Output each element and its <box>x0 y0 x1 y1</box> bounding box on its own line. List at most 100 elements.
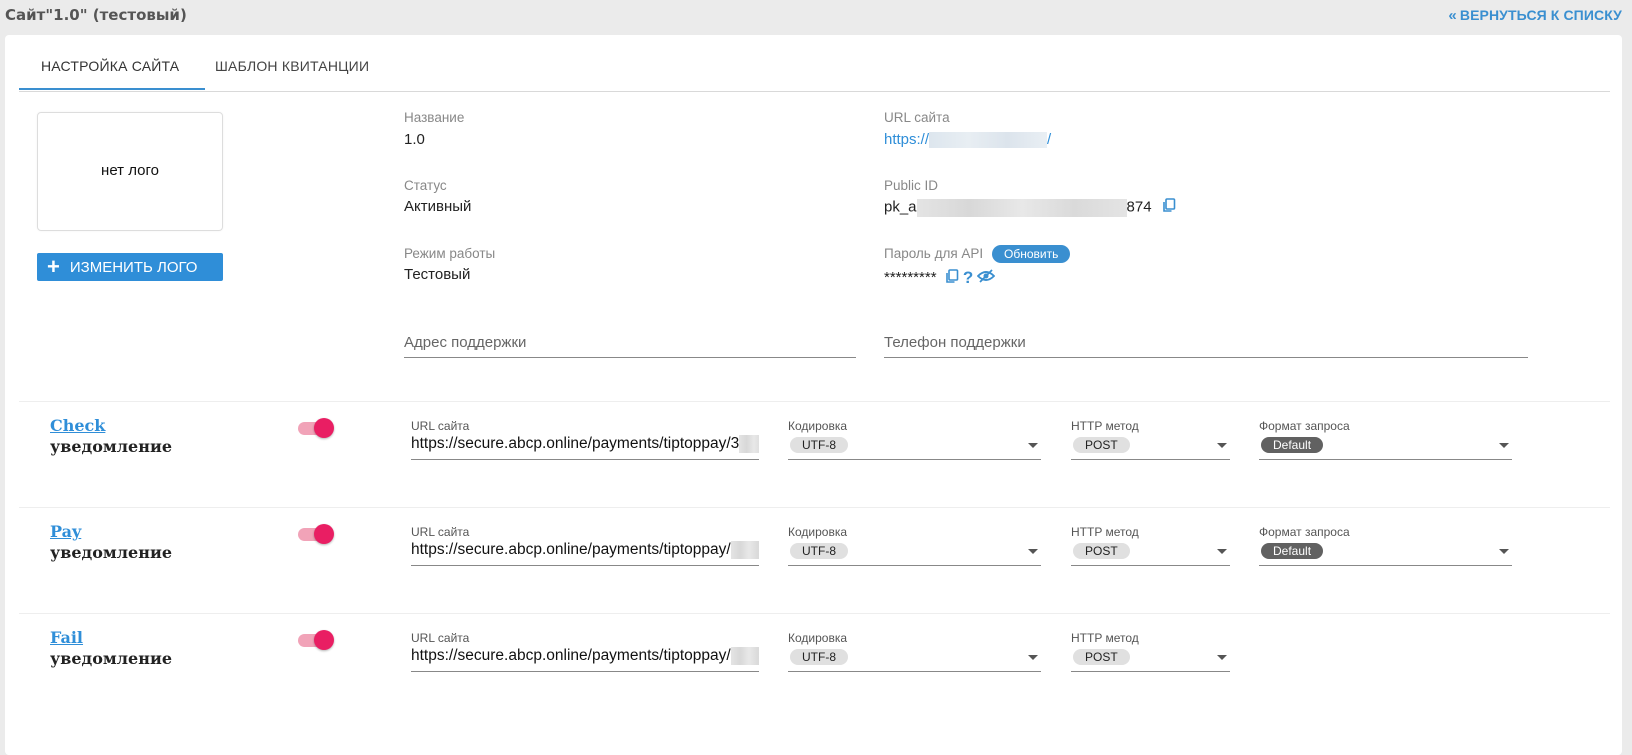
url-label: URL сайта <box>411 631 470 645</box>
public-id-prefix: pk_a <box>884 198 917 216</box>
method-chip: POST <box>1073 543 1130 559</box>
encoding-label: Кодировка <box>788 631 848 645</box>
refresh-api-password-button[interactable]: Обновить <box>992 245 1071 263</box>
http-method-label: HTTP метод <box>1071 525 1139 539</box>
redacted-url-tail <box>739 435 759 453</box>
encoding-label: Кодировка <box>788 525 848 539</box>
public-id-label: Public ID <box>884 178 939 193</box>
chevron-down-icon <box>1217 655 1227 660</box>
chevron-down-icon <box>1217 443 1227 448</box>
tab-bar: НАСТРОЙКА САЙТА ШАБЛОН КВИТАНЦИИ <box>19 35 1610 92</box>
fail-url-input[interactable]: https://secure.abcp.online/payments/tipt… <box>411 647 759 672</box>
fail-method-select[interactable]: POST <box>1071 647 1230 672</box>
pay-url-input[interactable]: https://secure.abcp.online/payments/tipt… <box>411 541 759 566</box>
notification-subtitle: уведомление <box>50 543 172 562</box>
support-phone-placeholder: Телефон поддержки <box>884 334 1026 351</box>
encoding-chip: UTF-8 <box>790 437 848 453</box>
logo-placeholder: нет лого <box>101 162 159 179</box>
api-password-row: ********* ? <box>884 268 996 288</box>
site-url-prefix: https:// <box>884 131 930 148</box>
redacted-url-tail <box>730 541 759 559</box>
check-url-input[interactable]: https://secure.abcp.online/payments/tipt… <box>411 435 759 460</box>
toggle-knob <box>314 524 334 544</box>
method-chip: POST <box>1073 649 1130 665</box>
top-bar: Сайт"1.0" (тестовый) «ВЕРНУТЬСЯ К СПИСКУ <box>0 0 1632 30</box>
mode-label: Режим работы <box>404 246 496 261</box>
notification-subtitle: уведомление <box>50 437 172 456</box>
row-divider <box>19 507 1610 508</box>
site-url-label: URL сайта <box>884 110 950 125</box>
tab-site-settings[interactable]: НАСТРОЙКА САЙТА <box>41 58 179 74</box>
encoding-chip: UTF-8 <box>790 543 848 559</box>
copy-icon[interactable] <box>945 268 959 288</box>
url-label: URL сайта <box>411 419 470 433</box>
chevron-down-icon <box>1028 443 1038 448</box>
redacted-public-id <box>916 198 1127 217</box>
encoding-label: Кодировка <box>788 419 848 433</box>
support-address-placeholder: Адрес поддержки <box>404 334 527 351</box>
name-value: 1.0 <box>404 131 425 148</box>
settings-card: НАСТРОЙКА САЙТА ШАБЛОН КВИТАНЦИИ нет лог… <box>5 35 1622 755</box>
pay-notification-toggle[interactable] <box>298 524 334 544</box>
toggle-knob <box>314 630 334 650</box>
pay-method-select[interactable]: POST <box>1071 541 1230 566</box>
change-logo-label: ИЗМЕНИТЬ ЛОГО <box>69 258 198 276</box>
double-chevron-left-icon: « <box>1448 7 1457 24</box>
pay-url-value: https://secure.abcp.online/payments/tipt… <box>411 541 731 559</box>
plus-icon: + <box>47 254 60 279</box>
back-to-list-link[interactable]: «ВЕРНУТЬСЯ К СПИСКУ <box>1448 7 1622 24</box>
check-format-select[interactable]: Default <box>1259 435 1512 460</box>
fail-notification-link[interactable]: Fail <box>50 628 83 647</box>
check-notification-toggle[interactable] <box>298 418 334 438</box>
public-id-value: pk_a 874 <box>884 198 1176 217</box>
redacted-url-tail <box>730 647 759 665</box>
mode-value: Тестовый <box>404 266 471 283</box>
toggle-knob <box>314 418 334 438</box>
http-method-label: HTTP метод <box>1071 631 1139 645</box>
request-format-label: Формат запроса <box>1259 525 1350 539</box>
name-label: Название <box>404 110 465 125</box>
chevron-down-icon <box>1028 549 1038 554</box>
url-label: URL сайта <box>411 525 470 539</box>
status-label: Статус <box>404 178 447 193</box>
pay-encoding-select[interactable]: UTF-8 <box>788 541 1041 566</box>
page-title: Сайт"1.0" (тестовый) <box>5 6 187 24</box>
encoding-chip: UTF-8 <box>790 649 848 665</box>
support-address-input[interactable]: Адрес поддержки <box>404 333 856 358</box>
method-chip: POST <box>1073 437 1130 453</box>
copy-icon[interactable] <box>1162 198 1176 217</box>
pay-notification-link[interactable]: Pay <box>50 522 81 541</box>
check-encoding-select[interactable]: UTF-8 <box>788 435 1041 460</box>
fail-url-value: https://secure.abcp.online/payments/tipt… <box>411 647 731 665</box>
pay-format-select[interactable]: Default <box>1259 541 1512 566</box>
status-value: Активный <box>404 198 472 215</box>
api-password-label: Пароль для API <box>884 246 984 261</box>
api-password-value: ********* <box>884 268 937 286</box>
site-url-link[interactable]: https:// / <box>884 131 1052 149</box>
format-chip: Default <box>1261 437 1324 453</box>
support-phone-input[interactable]: Телефон поддержки <box>884 333 1528 358</box>
back-link-label: ВЕРНУТЬСЯ К СПИСКУ <box>1459 7 1622 23</box>
fail-notification-toggle[interactable] <box>298 630 334 650</box>
check-notification-link[interactable]: Check <box>50 416 105 435</box>
format-chip: Default <box>1261 543 1324 559</box>
eye-off-icon[interactable] <box>977 269 996 287</box>
question-icon[interactable]: ? <box>963 268 973 288</box>
fail-encoding-select[interactable]: UTF-8 <box>788 647 1041 672</box>
check-method-select[interactable]: POST <box>1071 435 1230 460</box>
notification-subtitle: уведомление <box>50 649 172 668</box>
active-tab-indicator <box>19 88 205 90</box>
request-format-label: Формат запроса <box>1259 419 1350 433</box>
chevron-down-icon <box>1217 549 1227 554</box>
check-url-value: https://secure.abcp.online/payments/tipt… <box>411 435 740 453</box>
logo-preview: нет лого <box>37 112 223 231</box>
tab-receipt-template[interactable]: ШАБЛОН КВИТАНЦИИ <box>215 58 369 74</box>
row-divider <box>19 613 1610 614</box>
chevron-down-icon <box>1499 549 1509 554</box>
public-id-suffix: 874 <box>1126 198 1152 216</box>
site-url-suffix: / <box>1047 131 1052 148</box>
change-logo-button[interactable]: + ИЗМЕНИТЬ ЛОГО <box>37 253 223 281</box>
row-divider <box>19 401 1610 402</box>
redacted-domain <box>929 132 1048 149</box>
chevron-down-icon <box>1499 443 1509 448</box>
